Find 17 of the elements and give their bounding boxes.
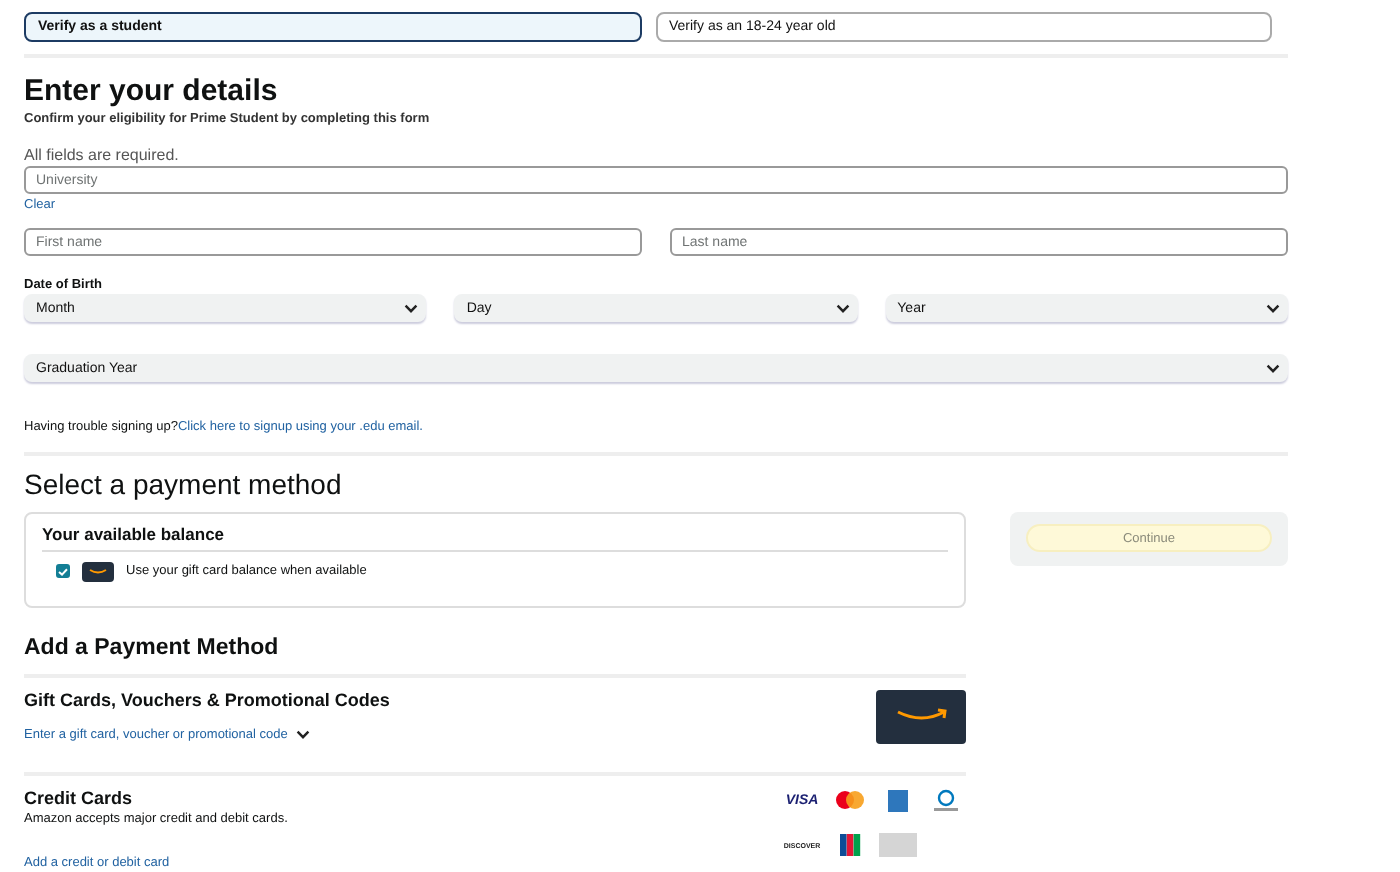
- mastercard-logo: [830, 787, 870, 813]
- chevron-down-icon: [835, 303, 850, 313]
- chevron-down-icon: [1265, 303, 1280, 313]
- gift-cards-title: Gift Cards, Vouchers & Promotional Codes: [24, 689, 390, 709]
- chevron-down-icon: [1266, 363, 1280, 373]
- gift-card-icon: [82, 561, 114, 581]
- section-title: Select a payment method: [24, 467, 344, 499]
- chevron-down-icon: [295, 729, 310, 739]
- credit-cards-title: Credit Cards: [24, 787, 135, 807]
- chevron-down-icon: [404, 303, 419, 313]
- section-title: Enter your details: [24, 74, 280, 108]
- gift-card-icon: [876, 689, 966, 743]
- section-title: Add a Payment Method: [24, 635, 281, 659]
- card-logo: [878, 832, 918, 858]
- balance-title: Your available balance: [42, 523, 948, 551]
- required-note: All fields are required.: [24, 146, 181, 164]
- checkbox[interactable]: [56, 564, 70, 578]
